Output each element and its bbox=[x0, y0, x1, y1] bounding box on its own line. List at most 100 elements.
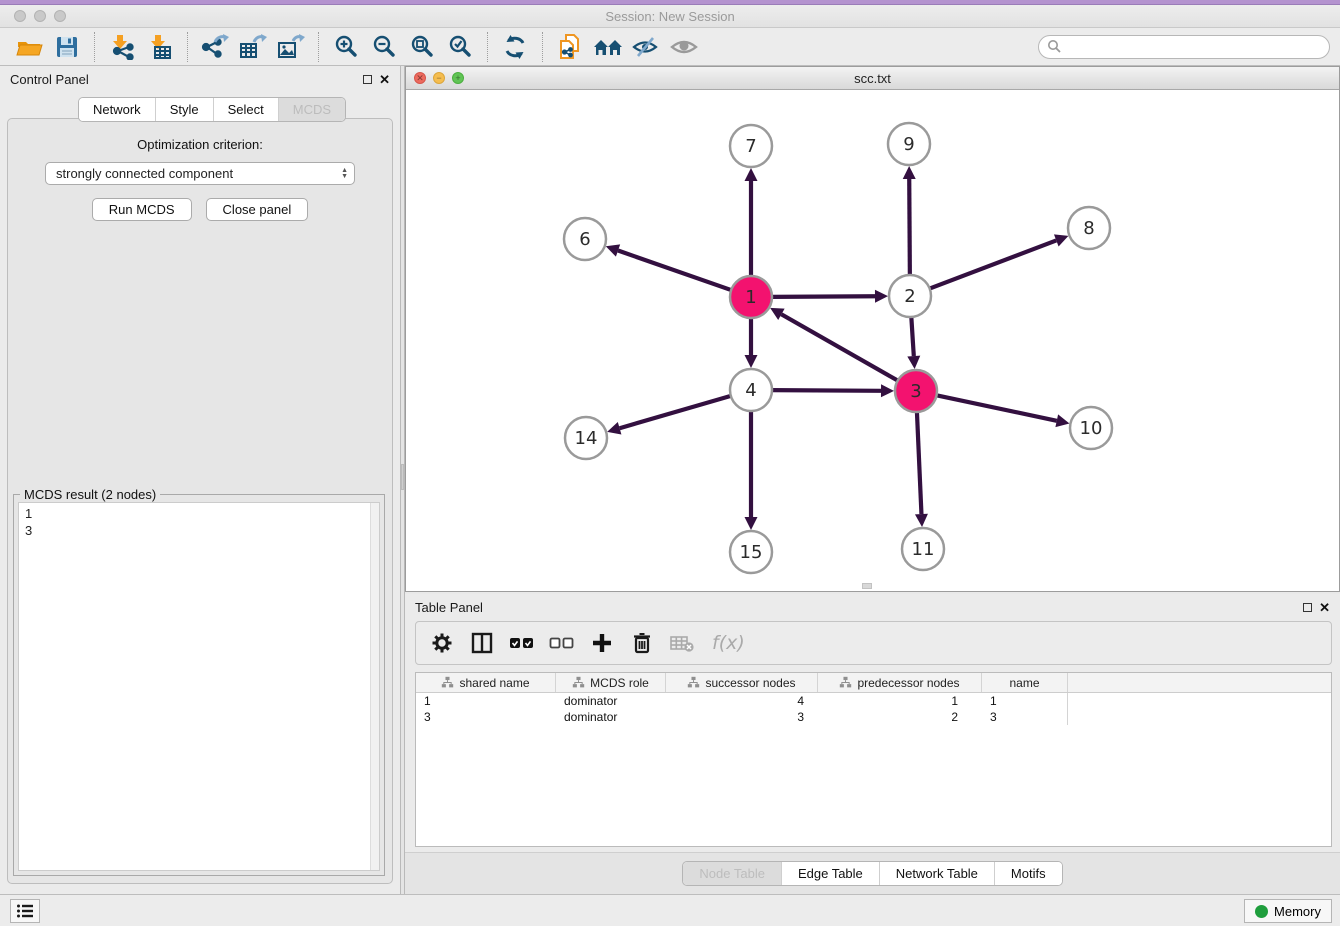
import-table-icon bbox=[147, 34, 173, 60]
open-session-button[interactable] bbox=[10, 31, 48, 63]
graph-edge-3-1[interactable] bbox=[781, 314, 897, 380]
network-window-titlebar: ✕ − + scc.txt bbox=[406, 67, 1339, 90]
tab-edge-table[interactable]: Edge Table bbox=[781, 862, 879, 885]
minimize-window-button[interactable] bbox=[34, 10, 46, 22]
tab-motifs[interactable]: Motifs bbox=[994, 862, 1062, 885]
tab-select[interactable]: Select bbox=[213, 98, 278, 121]
export-network-button[interactable] bbox=[196, 31, 234, 63]
graph-edge-4-14[interactable] bbox=[620, 396, 731, 428]
edge-arrowhead bbox=[745, 168, 758, 181]
show-graphics-details-button[interactable] bbox=[627, 31, 665, 63]
table-row[interactable]: 3 dominator 3 2 3 bbox=[416, 709, 1331, 725]
node-table[interactable]: shared name MCDS role successor nodes pr… bbox=[415, 672, 1332, 847]
graph-edge-3-10[interactable] bbox=[937, 395, 1057, 420]
table-tabs-strip: Node Table Edge Table Network Table Moti… bbox=[405, 852, 1340, 894]
import-network-button[interactable] bbox=[103, 31, 141, 63]
apply-layout-button[interactable] bbox=[496, 31, 534, 63]
maximize-window-button[interactable] bbox=[54, 10, 66, 22]
criterion-select[interactable]: strongly connected component ▲▼ bbox=[45, 162, 355, 185]
float-panel-icon[interactable] bbox=[363, 75, 372, 84]
edge-arrowhead bbox=[915, 514, 928, 527]
tab-network-table[interactable]: Network Table bbox=[879, 862, 994, 885]
table-options-button[interactable] bbox=[424, 626, 460, 660]
graph-edge-3-11[interactable] bbox=[917, 412, 922, 514]
network-maximize-button[interactable]: + bbox=[452, 72, 464, 84]
split-panel-button[interactable] bbox=[464, 626, 500, 660]
column-header-shared-name[interactable]: shared name bbox=[416, 673, 556, 692]
graph-node-14[interactable]: 14 bbox=[565, 417, 607, 459]
main-area: Control Panel ✕ Network Style Select MCD… bbox=[0, 66, 1340, 894]
zoom-fit-icon bbox=[409, 34, 435, 60]
graph-node-3[interactable]: 3 bbox=[895, 370, 937, 412]
run-mcds-button[interactable]: Run MCDS bbox=[92, 198, 192, 221]
graph-node-4[interactable]: 4 bbox=[730, 369, 772, 411]
first-neighbors-button[interactable] bbox=[589, 31, 627, 63]
graph-node-15[interactable]: 15 bbox=[730, 531, 772, 573]
zoom-in-button[interactable] bbox=[327, 31, 365, 63]
graph-node-7[interactable]: 7 bbox=[730, 125, 772, 167]
control-panel: Control Panel ✕ Network Style Select MCD… bbox=[0, 66, 400, 894]
divider-grip[interactable] bbox=[401, 464, 404, 490]
close-panel-icon[interactable]: ✕ bbox=[379, 73, 390, 86]
select-all-columns-button[interactable] bbox=[504, 626, 540, 660]
tab-network[interactable]: Network bbox=[79, 98, 155, 121]
export-table-button[interactable] bbox=[234, 31, 272, 63]
import-table-button[interactable] bbox=[141, 31, 179, 63]
unselect-all-columns-button[interactable] bbox=[544, 626, 580, 660]
column-header-name[interactable]: name bbox=[982, 673, 1068, 692]
tab-node-table[interactable]: Node Table bbox=[683, 862, 781, 885]
graph-edge-2-8[interactable] bbox=[930, 240, 1057, 288]
zoom-out-button[interactable] bbox=[365, 31, 403, 63]
graph-edge-4-3[interactable] bbox=[772, 390, 881, 391]
graph-node-10[interactable]: 10 bbox=[1070, 407, 1112, 449]
graph-node-6[interactable]: 6 bbox=[564, 218, 606, 260]
save-session-button[interactable] bbox=[48, 31, 86, 63]
delete-table-button[interactable] bbox=[664, 626, 700, 660]
graph-edge-1-2[interactable] bbox=[772, 296, 875, 297]
graph-edge-2-9[interactable] bbox=[909, 179, 910, 275]
table-row[interactable]: 1 dominator 4 1 1 bbox=[416, 693, 1331, 709]
graph-node-8[interactable]: 8 bbox=[1068, 207, 1110, 249]
float-table-panel-icon[interactable] bbox=[1303, 603, 1312, 612]
column-header-successor-nodes[interactable]: successor nodes bbox=[666, 673, 818, 692]
delete-columns-button[interactable] bbox=[624, 626, 660, 660]
network-minimize-button[interactable]: − bbox=[433, 72, 445, 84]
canvas-scroll-grip[interactable] bbox=[862, 583, 872, 589]
network-close-button[interactable]: ✕ bbox=[414, 72, 426, 84]
function-builder-button[interactable]: f(x) bbox=[704, 626, 756, 660]
cell-name: 3 bbox=[982, 709, 1068, 725]
mcds-result-text[interactable]: 1 3 bbox=[18, 502, 380, 871]
birds-eye-view-button[interactable] bbox=[665, 31, 703, 63]
zoom-fit-button[interactable] bbox=[403, 31, 441, 63]
network-canvas[interactable]: 7 9 6 8 1 2 4 3 14 10 15 11 bbox=[406, 90, 1339, 591]
create-column-button[interactable] bbox=[584, 626, 620, 660]
refresh-icon bbox=[502, 34, 528, 60]
graph-node-1[interactable]: 1 bbox=[730, 276, 772, 318]
close-window-button[interactable] bbox=[14, 10, 26, 22]
zoom-in-icon bbox=[333, 34, 359, 60]
mcds-panel: Optimization criterion: strongly connect… bbox=[7, 118, 393, 884]
close-table-panel-icon[interactable]: ✕ bbox=[1319, 601, 1330, 614]
graph-edge-2-3[interactable] bbox=[911, 317, 913, 356]
network-graph[interactable]: 7 9 6 8 1 2 4 3 14 10 15 11 bbox=[406, 90, 1339, 591]
column-header-predecessor-nodes[interactable]: predecessor nodes bbox=[818, 673, 982, 692]
graph-node-9[interactable]: 9 bbox=[888, 123, 930, 165]
node-label: 8 bbox=[1083, 218, 1094, 239]
zoom-selected-button[interactable] bbox=[441, 31, 479, 63]
search-input[interactable] bbox=[1062, 40, 1329, 54]
result-scrollbar[interactable] bbox=[370, 503, 379, 870]
cell-mcds-role: dominator bbox=[556, 709, 666, 725]
export-image-button[interactable] bbox=[272, 31, 310, 63]
graph-edge-1-6[interactable] bbox=[618, 251, 731, 291]
close-panel-button[interactable]: Close panel bbox=[206, 198, 309, 221]
column-header-mcds-role[interactable]: MCDS role bbox=[556, 673, 666, 692]
duplicate-network-button[interactable] bbox=[551, 31, 589, 63]
tab-style[interactable]: Style bbox=[155, 98, 213, 121]
tab-mcds[interactable]: MCDS bbox=[278, 98, 345, 121]
memory-button[interactable]: Memory bbox=[1244, 899, 1332, 923]
graph-node-11[interactable]: 11 bbox=[902, 528, 944, 570]
export-network-icon bbox=[201, 34, 229, 60]
task-history-button[interactable] bbox=[10, 899, 40, 923]
list-icon bbox=[16, 903, 34, 919]
graph-node-2[interactable]: 2 bbox=[889, 275, 931, 317]
